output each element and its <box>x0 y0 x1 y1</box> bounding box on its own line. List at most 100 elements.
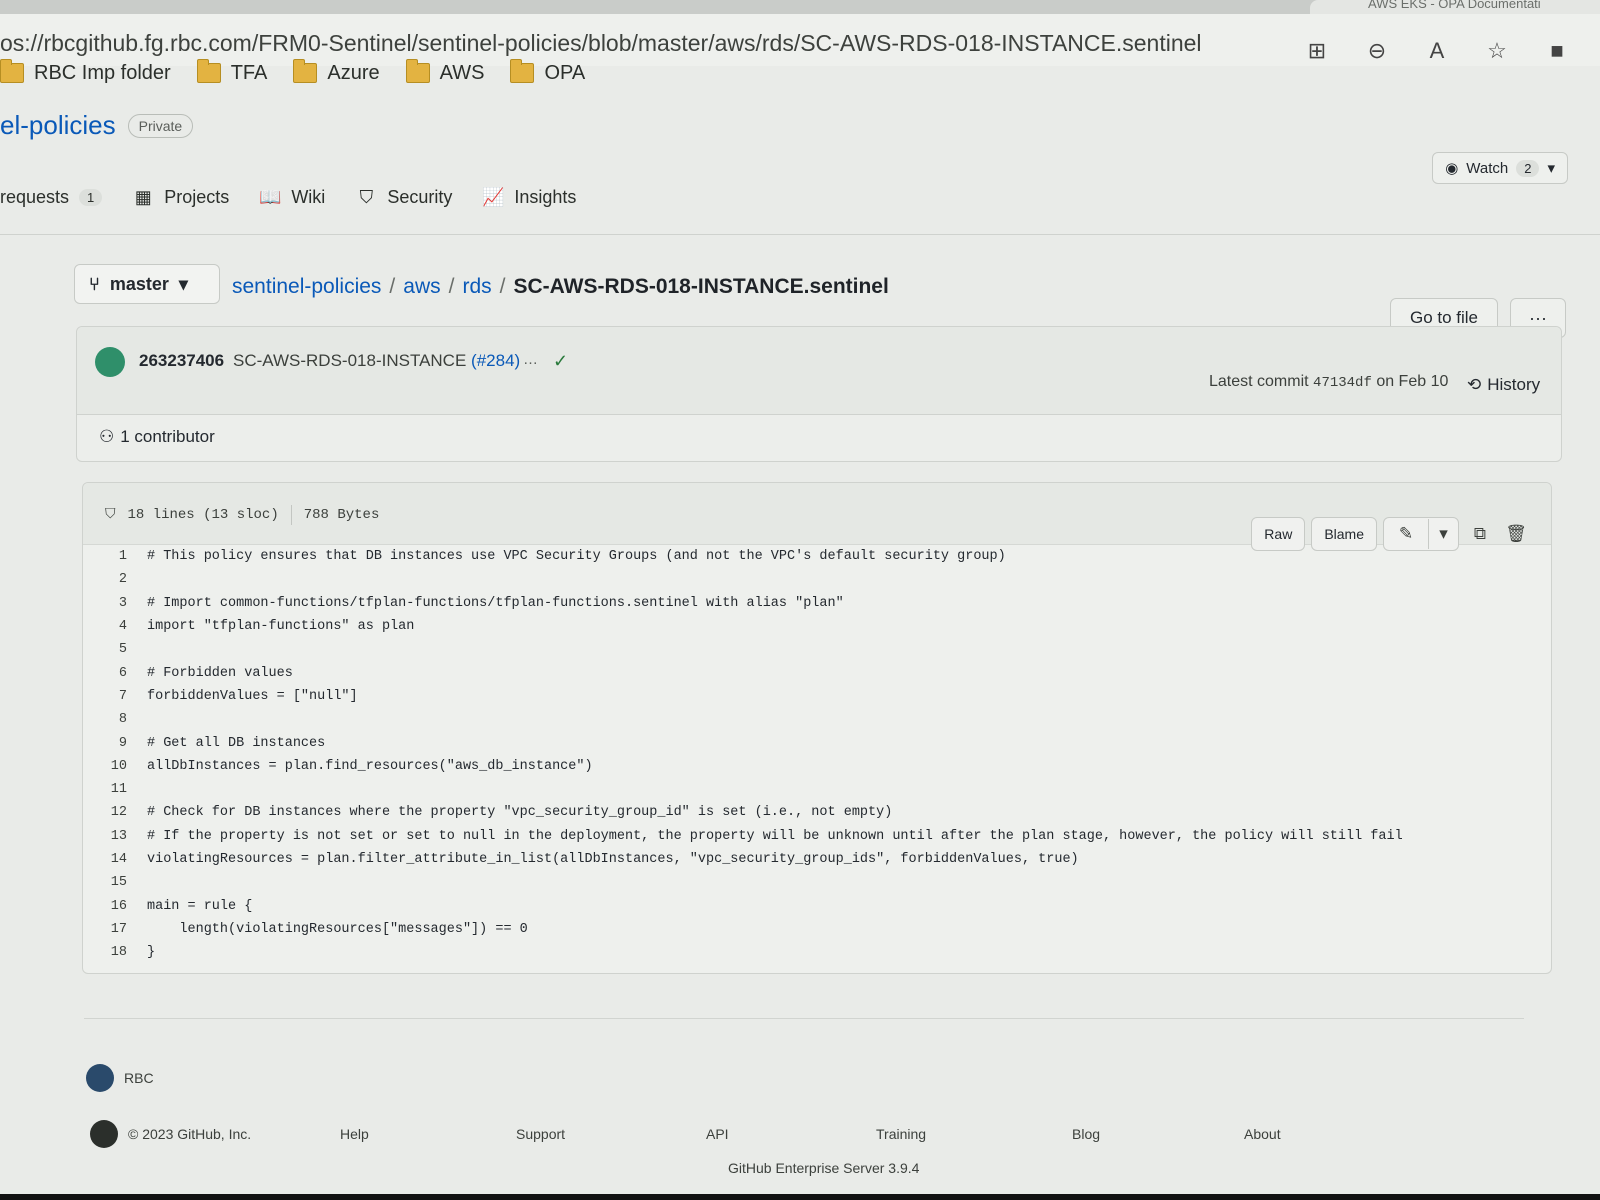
line-number[interactable]: 14 <box>103 852 147 867</box>
book-icon: 📖 <box>259 186 282 207</box>
read-aloud-icon[interactable]: A <box>1424 38 1450 64</box>
app-grid-icon[interactable]: ⊞ <box>1304 38 1330 64</box>
folder-icon <box>405 59 430 83</box>
pull-requests-count: 1 <box>79 188 103 206</box>
footer-link-help[interactable]: Help <box>340 1126 516 1142</box>
breadcrumb-repo[interactable]: sentinel-policies <box>232 275 381 299</box>
code-line: 16 main = rule { <box>103 894 1543 917</box>
watch-label: Watch <box>1466 159 1509 177</box>
line-number[interactable]: 11 <box>103 782 147 797</box>
history-link[interactable]: ⟲ History <box>1467 375 1540 395</box>
line-number[interactable]: 16 <box>103 899 147 914</box>
code-block: 1 # This policy ensures that DB instances… <box>103 545 1543 964</box>
favorite-star-icon[interactable]: ☆ <box>1484 38 1510 64</box>
footer-link-training[interactable]: Training <box>876 1126 1072 1142</box>
breadcrumb: sentinel-policies / aws / rds / SC-AWS-R… <box>232 275 889 299</box>
footer-link-blog[interactable]: Blog <box>1072 1126 1244 1142</box>
bookmark-azure[interactable]: Azure <box>293 58 380 88</box>
line-number[interactable]: 12 <box>103 805 147 820</box>
file-viewer: ⛉ 18 lines (13 sloc) 788 Bytes Raw Blame… <box>82 482 1552 974</box>
line-content: # Forbidden values <box>147 665 293 681</box>
line-content: import "tfplan-functions" as plan <box>147 619 415 635</box>
latest-commit-box: 263237406 SC-AWS-RDS-018-INSTANCE (#284)… <box>76 326 1562 462</box>
line-number[interactable]: 18 <box>103 945 147 960</box>
breadcrumb-aws[interactable]: aws <box>403 275 440 299</box>
caret-down-icon: ▾ <box>1547 160 1555 177</box>
zoom-out-icon[interactable]: ⊖ <box>1364 38 1390 64</box>
file-size: 788 Bytes <box>303 507 380 523</box>
visibility-badge: Private <box>127 113 194 138</box>
footer-link-about[interactable]: About <box>1244 1126 1281 1142</box>
line-number[interactable]: 17 <box>103 922 147 937</box>
line-content: forbiddenValues = ["null"] <box>147 688 358 704</box>
code-line: 6 # Forbidden values <box>103 661 1543 684</box>
bookmark-label: OPA <box>544 61 586 84</box>
browser-tab[interactable]: AWS EKS - OPA Documentati <box>1310 0 1600 14</box>
commit-author[interactable]: 263237406 <box>139 351 224 371</box>
tab-security[interactable]: ⛉ Security <box>355 186 453 208</box>
contributors-label: 1 contributor <box>120 427 215 446</box>
footer-org: RBC <box>86 1064 154 1092</box>
check-icon[interactable]: ✓ <box>553 351 568 372</box>
contributors-link[interactable]: ⚇ 1 contributor <box>99 427 215 447</box>
breadcrumb-separator: / <box>448 275 455 298</box>
expand-commit-button[interactable]: … <box>523 351 538 368</box>
branch-selector[interactable]: ⑂ master ▾ <box>74 264 220 304</box>
extension-icon[interactable]: ■ <box>1544 38 1570 64</box>
line-number[interactable]: 8 <box>103 712 147 727</box>
code-line: 12 # Check for DB instances where the pro… <box>103 801 1543 824</box>
line-number[interactable]: 13 <box>103 829 147 844</box>
line-number[interactable]: 15 <box>103 875 147 890</box>
commit-message-text: SC-AWS-RDS-018-INSTANCE <box>233 351 467 370</box>
browser-toolbar-icons: ⊞ ⊖ A ☆ ■ <box>1304 38 1570 64</box>
bookmark-opa[interactable]: OPA <box>510 58 585 88</box>
url-text[interactable]: os://rbcgithub.fg.rbc.com/FRM0-Sentinel/… <box>0 30 1202 57</box>
taskbar-edge <box>0 1194 1600 1200</box>
bookmark-label: TFA <box>230 61 268 84</box>
branch-name: master <box>109 273 169 294</box>
line-number[interactable]: 7 <box>103 689 147 704</box>
bookmark-tfa[interactable]: TFA <box>196 58 268 88</box>
footer-divider <box>84 1018 1524 1019</box>
tab-pull-requests[interactable]: requests 1 <box>0 187 103 208</box>
git-branch-icon: ⑂ <box>89 273 100 294</box>
tab-insights[interactable]: 📈 Insights <box>482 186 576 208</box>
github-logo-icon[interactable] <box>90 1120 118 1148</box>
tab-label: Security <box>387 186 453 207</box>
commit-hash-link[interactable]: 47134df <box>1313 375 1372 391</box>
line-number[interactable]: 1 <box>103 549 147 564</box>
tab-projects[interactable]: ▦ Projects <box>132 186 230 208</box>
line-content: # Get all DB instances <box>147 735 326 751</box>
repo-title: el-policies Private <box>0 110 194 141</box>
history-icon: ⟲ <box>1467 375 1482 394</box>
line-number[interactable]: 9 <box>103 736 147 751</box>
code-line: 4 import "tfplan-functions" as plan <box>103 615 1543 638</box>
line-content: } <box>147 945 156 961</box>
avatar[interactable] <box>95 347 125 377</box>
tab-wiki[interactable]: 📖 Wiki <box>259 186 325 208</box>
line-number[interactable]: 2 <box>103 572 147 587</box>
line-number[interactable]: 4 <box>103 619 147 634</box>
graph-icon: 📈 <box>482 186 505 207</box>
line-number[interactable]: 6 <box>103 666 147 681</box>
line-number[interactable]: 5 <box>103 642 147 657</box>
commit-date: on Feb 10 <box>1376 373 1449 390</box>
bookmark-rbc-imp-folder[interactable]: RBC Imp folder <box>0 58 171 88</box>
commit-header: 263237406 SC-AWS-RDS-018-INSTANCE (#284)… <box>77 327 1561 415</box>
shield-icon: ⛉ <box>359 186 374 207</box>
bookmark-aws[interactable]: AWS <box>405 58 484 88</box>
meta-divider <box>290 505 292 525</box>
browser-tab-strip: AWS EKS - OPA Documentati <box>0 0 1600 14</box>
footer-link-api[interactable]: API <box>706 1126 876 1142</box>
line-number[interactable]: 3 <box>103 596 147 611</box>
repo-name-link[interactable]: el-policies <box>0 110 116 141</box>
footer-link-support[interactable]: Support <box>516 1126 706 1142</box>
watch-button[interactable]: ◉ Watch 2 ▾ <box>1432 152 1568 184</box>
org-logo-icon[interactable] <box>86 1064 114 1092</box>
line-number[interactable]: 10 <box>103 759 147 774</box>
commit-pr-link[interactable]: (#284) <box>471 351 520 370</box>
eye-icon: ◉ <box>1445 160 1459 177</box>
breadcrumb-rds[interactable]: rds <box>462 275 491 299</box>
commit-message[interactable]: SC-AWS-RDS-018-INSTANCE (#284) <box>233 351 520 371</box>
line-content: main = rule { <box>147 898 253 914</box>
